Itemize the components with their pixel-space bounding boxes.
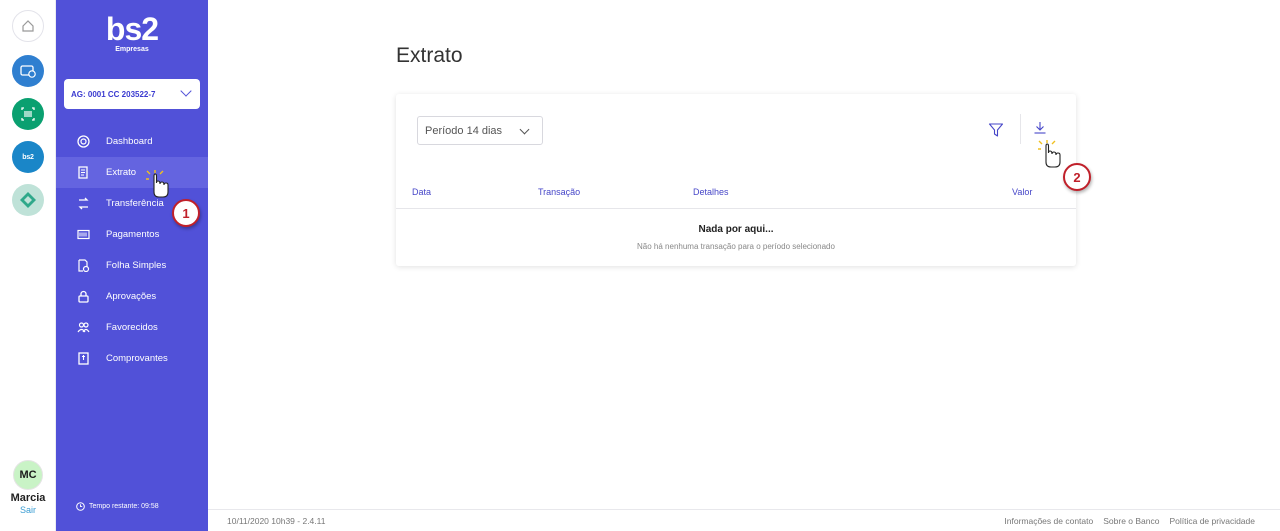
period-value: Período 14 dias [425, 124, 503, 137]
footer-link-contact[interactable]: Informações de contato [1004, 516, 1093, 526]
avatar[interactable]: MC [13, 460, 43, 490]
home-button[interactable] [12, 10, 44, 42]
sidebar-item-label: Folha Simples [106, 260, 167, 271]
pix-app-button[interactable] [12, 184, 44, 216]
chevron-down-icon [519, 124, 530, 135]
lock-icon [76, 290, 90, 304]
footer-link-privacy[interactable]: Política de privacidade [1169, 516, 1255, 526]
download-icon [1034, 122, 1046, 134]
sidebar-item-label: Comprovantes [106, 353, 168, 364]
contacts-icon [76, 321, 90, 335]
column-header-transaction: Transação [538, 187, 581, 197]
receipt-icon [76, 352, 90, 366]
filter-button[interactable] [988, 122, 1006, 140]
dashboard-icon [76, 135, 90, 149]
account-label: AG: 0001 CC 203522-7 [71, 89, 156, 99]
empty-state-title: Nada por aqui... [698, 224, 774, 235]
footer-timestamp-version: 10/11/2020 10h39 - 2.4.11 [227, 516, 326, 526]
session-timer-text: Tempo restante: 09:58 [89, 503, 159, 510]
sidebar-item-folha-simples[interactable]: Folha Simples [56, 250, 208, 281]
card-app-button[interactable] [12, 55, 44, 87]
sidebar-item-label: Extrato [106, 167, 137, 178]
column-header-value: Valor [1012, 187, 1033, 197]
statement-icon [76, 166, 90, 180]
table-header: Data Transação Detalhes Valor [396, 176, 1076, 209]
barcode-icon [76, 228, 90, 242]
download-button[interactable] [1032, 120, 1050, 138]
logo: bs2 Empresas [56, 11, 208, 53]
app-rail: bs2 MC Marcia Sair [0, 0, 56, 531]
card-shield-icon [20, 65, 36, 78]
logout-link[interactable]: Sair [0, 505, 56, 515]
column-header-details: Detalhes [693, 187, 729, 197]
logo-subtitle: Empresas [115, 46, 149, 53]
empty-state-subtitle: Não há nenhuma transação para o período … [637, 242, 835, 251]
bs2-app-label: bs2 [22, 153, 34, 161]
transfer-icon [76, 197, 90, 211]
bs2-app-button[interactable]: bs2 [12, 141, 44, 173]
sidebar-item-label: Favorecidos [106, 322, 158, 333]
sidebar-item-label: Dashboard [106, 136, 153, 147]
account-select[interactable]: AG: 0001 CC 203522-7 [64, 79, 200, 109]
sidebar-item-aprovacoes[interactable]: Aprovações [56, 281, 208, 312]
sidebar-item-label: Pagamentos [106, 229, 160, 240]
period-select[interactable]: Período 14 dias [417, 116, 543, 145]
footer-links: Informações de contato Sobre o Banco Pol… [1004, 516, 1255, 526]
sidebar-item-comprovantes[interactable]: Comprovantes [56, 343, 208, 374]
step-marker-1: 1 [172, 199, 200, 227]
sidebar-item-dashboard[interactable]: Dashboard [56, 126, 208, 157]
sidebar-menu: Dashboard Extrato Transferência Pagament… [56, 126, 208, 374]
sidebar-item-label: Aprovações [106, 291, 157, 302]
statement-card: Período 14 dias Data Transação Detalhes … [396, 94, 1076, 266]
sidebar: bs2 Empresas AG: 0001 CC 203522-7 Dashbo… [56, 0, 208, 531]
session-timer: Tempo restante: 09:58 [76, 502, 159, 511]
column-header-date: Data [412, 187, 432, 197]
pix-icon [20, 192, 36, 208]
main-content: Extrato Período 14 dias Data Transação D… [208, 0, 1280, 531]
clock-icon [76, 502, 85, 511]
filter-icon [988, 123, 1004, 137]
user-name: Marcia [10, 492, 46, 504]
footer-link-about[interactable]: Sobre o Banco [1103, 516, 1159, 526]
click-hand-icon [1038, 140, 1061, 168]
sidebar-item-extrato[interactable]: Extrato [56, 157, 208, 188]
payroll-icon [76, 259, 90, 273]
chevron-down-icon [180, 85, 192, 97]
toolbar-divider [1020, 114, 1021, 144]
step-marker-2: 2 [1063, 163, 1091, 191]
barcode-app-button[interactable] [12, 98, 44, 130]
barcode-icon [21, 107, 35, 121]
logo-mark: bs2 [105, 11, 159, 47]
page-title: Extrato [396, 44, 463, 67]
home-icon [22, 20, 34, 32]
click-hand-icon [146, 170, 169, 198]
footer: 10/11/2020 10h39 - 2.4.11 Informações de… [208, 509, 1280, 531]
sidebar-item-favorecidos[interactable]: Favorecidos [56, 312, 208, 343]
